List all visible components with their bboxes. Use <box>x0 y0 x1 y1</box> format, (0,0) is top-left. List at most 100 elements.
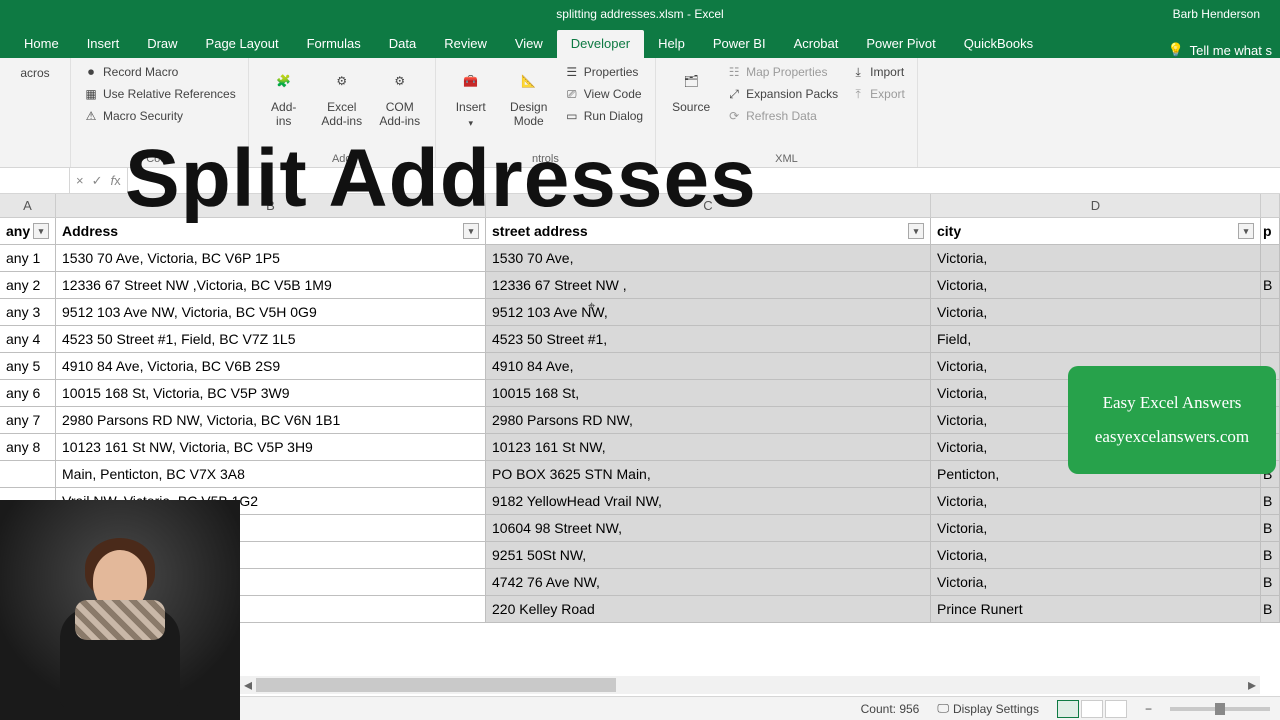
cell[interactable]: 10604 98 Street NW, <box>486 515 931 541</box>
relative-references-button[interactable]: ▦Use Relative References <box>79 84 240 104</box>
cell[interactable]: 1530 70 Ave, Victoria, BC V6P 1P5 <box>56 245 486 271</box>
name-box[interactable] <box>0 168 70 193</box>
properties-button[interactable]: ☰Properties <box>560 62 647 82</box>
cell[interactable]: 12336 67 Street NW ,Victoria, BC V5B 1M9 <box>56 272 486 298</box>
table-row[interactable]: any 39512 103 Ave NW, Victoria, BC V5H 0… <box>0 299 1280 326</box>
cell[interactable]: Victoria, <box>931 542 1261 568</box>
cell[interactable]: PO BOX 3625 STN Main, <box>486 461 931 487</box>
view-code-button[interactable]: ⎚View Code <box>560 84 647 104</box>
cell[interactable]: any 3 <box>0 299 56 325</box>
cell[interactable]: 10015 168 St, <box>486 380 931 406</box>
col-header-D[interactable]: D <box>931 194 1261 217</box>
scroll-right-icon[interactable]: ▸ <box>1244 677 1260 693</box>
cell[interactable]: any 4 <box>0 326 56 352</box>
cell[interactable]: 2980 Parsons RD NW, <box>486 407 931 433</box>
cell[interactable]: 220 Kelley Road <box>486 596 931 622</box>
cell[interactable]: Victoria, <box>931 515 1261 541</box>
tab-page-layout[interactable]: Page Layout <box>192 30 293 58</box>
cell[interactable]: 12336 67 Street NW , <box>486 272 931 298</box>
tab-power-bi[interactable]: Power BI <box>699 30 780 58</box>
addins-button[interactable]: 🧩Add- ins <box>257 62 311 132</box>
normal-view-button[interactable] <box>1057 700 1079 718</box>
macro-security-button[interactable]: ⚠Macro Security <box>79 106 240 126</box>
cell[interactable]: B <box>1261 569 1280 595</box>
tab-quickbooks[interactable]: QuickBooks <box>950 30 1047 58</box>
zoom-out-button[interactable]: − <box>1145 702 1152 716</box>
tab-review[interactable]: Review <box>430 30 501 58</box>
cell[interactable]: Victoria, <box>931 569 1261 595</box>
horizontal-scrollbar[interactable]: ◂ ▸ <box>240 676 1260 694</box>
fx-icon[interactable]: fx <box>111 173 121 188</box>
expansion-packs-button[interactable]: ⤢Expansion Packs <box>722 84 842 104</box>
cell[interactable]: 4742 76 Ave NW, <box>486 569 931 595</box>
col-header-A[interactable]: A <box>0 194 56 217</box>
tab-power-pivot[interactable]: Power Pivot <box>852 30 949 58</box>
tab-data[interactable]: Data <box>375 30 430 58</box>
scroll-thumb[interactable] <box>256 678 616 692</box>
tab-home[interactable]: Home <box>10 30 73 58</box>
cell[interactable] <box>1261 299 1280 325</box>
page-break-view-button[interactable] <box>1105 700 1127 718</box>
tab-insert[interactable]: Insert <box>73 30 134 58</box>
display-settings-button[interactable]: Display Settings <box>953 702 1039 716</box>
insert-control-button[interactable]: 🧰Insert▾ <box>444 62 498 133</box>
cell[interactable]: any 1 <box>0 245 56 271</box>
cell[interactable]: any 8 <box>0 434 56 460</box>
tab-developer[interactable]: Developer <box>557 30 644 58</box>
cell[interactable]: 9512 103 Ave NW, Victoria, BC V5H 0G9 <box>56 299 486 325</box>
cell[interactable]: 10123 161 St NW, <box>486 434 931 460</box>
cell[interactable]: B <box>1261 272 1280 298</box>
cell[interactable]: B <box>1261 542 1280 568</box>
tab-formulas[interactable]: Formulas <box>293 30 375 58</box>
tell-me-input[interactable]: Tell me what s <box>1190 43 1272 58</box>
user-name[interactable]: Barb Henderson <box>1173 7 1280 21</box>
tab-view[interactable]: View <box>501 30 557 58</box>
cell[interactable]: 10015 168 St, Victoria, BC V5P 3W9 <box>56 380 486 406</box>
cell[interactable]: Victoria, <box>931 272 1261 298</box>
cell[interactable]: B <box>1261 515 1280 541</box>
filter-icon[interactable]: ▾ <box>1238 223 1254 239</box>
table-row[interactable]: any 212336 67 Street NW ,Victoria, BC V5… <box>0 272 1280 299</box>
tab-acrobat[interactable]: Acrobat <box>780 30 853 58</box>
cell[interactable] <box>1261 245 1280 271</box>
cell[interactable]: Field, <box>931 326 1261 352</box>
cell[interactable]: any 7 <box>0 407 56 433</box>
cell[interactable]: 4910 84 Ave, Victoria, BC V6B 2S9 <box>56 353 486 379</box>
tab-help[interactable]: Help <box>644 30 699 58</box>
cell[interactable]: 9182 YellowHead Vrail NW, <box>486 488 931 514</box>
cancel-icon[interactable]: × <box>76 173 84 188</box>
filter-icon[interactable]: ▾ <box>908 223 924 239</box>
cell[interactable]: 9512 103 Ave NW, <box>486 299 931 325</box>
tab-draw[interactable]: Draw <box>133 30 191 58</box>
cell[interactable]: 10123 161 St NW, Victoria, BC V5P 3H9 <box>56 434 486 460</box>
cell[interactable]: 2980 Parsons RD NW, Victoria, BC V6N 1B1 <box>56 407 486 433</box>
cell[interactable]: any 5 <box>0 353 56 379</box>
table-row[interactable]: any 11530 70 Ave, Victoria, BC V6P 1P515… <box>0 245 1280 272</box>
run-dialog-button[interactable]: ▭Run Dialog <box>560 106 647 126</box>
cell[interactable]: B <box>1261 596 1280 622</box>
cell[interactable]: 9251 50St NW, <box>486 542 931 568</box>
cell[interactable]: any 6 <box>0 380 56 406</box>
cell[interactable]: B <box>1261 488 1280 514</box>
record-macro-button[interactable]: ⏺Record Macro <box>79 62 240 82</box>
cell[interactable]: Prince Runert <box>931 596 1261 622</box>
cell[interactable]: any 2 <box>0 272 56 298</box>
cell[interactable] <box>0 461 56 487</box>
cell[interactable]: Victoria, <box>931 299 1261 325</box>
filter-icon[interactable]: ▾ <box>33 223 49 239</box>
macros-button[interactable]: acros <box>8 62 62 84</box>
cell[interactable]: Main, Penticton, BC V7X 3A8 <box>56 461 486 487</box>
zoom-slider[interactable] <box>1170 707 1270 711</box>
cell[interactable] <box>1261 326 1280 352</box>
cell[interactable]: 4523 50 Street #1, <box>486 326 931 352</box>
com-addins-button[interactable]: ⚙COM Add-ins <box>373 62 427 132</box>
confirm-icon[interactable]: ✓ <box>92 173 103 189</box>
excel-addins-button[interactable]: ⚙Excel Add-ins <box>315 62 369 132</box>
table-row[interactable]: any 44523 50 Street #1, Field, BC V7Z 1L… <box>0 326 1280 353</box>
cell[interactable]: Victoria, <box>931 245 1261 271</box>
col-header-E[interactable] <box>1261 194 1280 217</box>
xml-source-button[interactable]: 🗂Source <box>664 62 718 126</box>
page-layout-view-button[interactable] <box>1081 700 1103 718</box>
cell[interactable]: 4523 50 Street #1, Field, BC V7Z 1L5 <box>56 326 486 352</box>
cell[interactable]: Victoria, <box>931 488 1261 514</box>
